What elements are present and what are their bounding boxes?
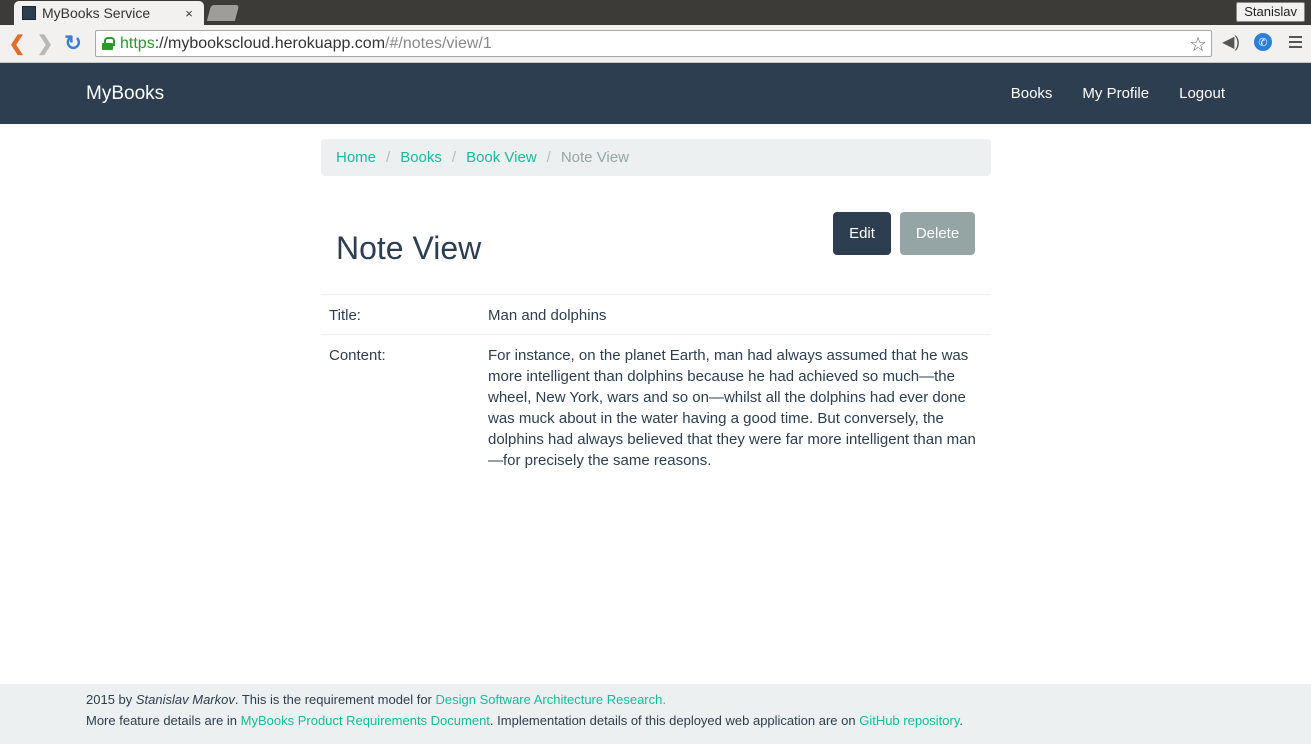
star-icon[interactable]: ☆ <box>1189 32 1207 57</box>
nav-link-my-profile[interactable]: My Profile <box>1082 85 1149 102</box>
delete-button[interactable]: Delete <box>900 212 975 255</box>
note-title-label: Title: <box>329 307 361 324</box>
note-content-row: Content: For instance, on the planet Ear… <box>321 334 991 479</box>
page-title: Note View <box>336 230 482 266</box>
footer-github-link[interactable]: GitHub repository <box>859 713 959 728</box>
browser-toolbar: ❮ ❯ ↻ https://mybookscloud.herokuapp.com… <box>0 25 1311 63</box>
breadcrumb-home[interactable]: Home <box>336 149 376 166</box>
breadcrumb-note-view: Note View <box>560 149 629 166</box>
breadcrumb-separator: / <box>386 149 391 166</box>
new-tab-button[interactable] <box>206 5 240 21</box>
favicon-icon <box>22 6 36 20</box>
nav-link-books[interactable]: Books <box>1011 85 1053 102</box>
forward-arrow-icon[interactable]: ❯ <box>31 30 59 58</box>
note-content-value: For instance, on the planet Earth, man h… <box>488 347 976 469</box>
url-text: https://mybookscloud.herokuapp.com/#/not… <box>120 34 492 52</box>
tab-title: MyBooks Service <box>42 5 151 21</box>
footer-prd-link[interactable]: MyBooks Product Requirements Document <box>241 713 490 728</box>
nav-link-logout[interactable]: Logout <box>1179 85 1225 102</box>
note-title-value: Man and dolphins <box>488 307 607 324</box>
note-title-row: Title: Man and dolphins <box>321 294 991 334</box>
edit-button[interactable]: Edit <box>833 212 891 255</box>
back-arrow-icon[interactable]: ❮ <box>3 30 31 58</box>
breadcrumb-separator: / <box>451 149 457 166</box>
brand-link[interactable]: MyBooks <box>86 83 164 105</box>
breadcrumb-separator: / <box>546 149 551 166</box>
note-details: Title: Man and dolphins Content: For ins… <box>321 294 991 479</box>
browser-tab-active[interactable]: MyBooks Service × <box>14 1 204 25</box>
browser-tabstrip: MyBooks Service × Stanislav <box>0 0 1311 25</box>
note-content-label: Content: <box>329 347 386 364</box>
footer-line-1: 2015 by Stanislav Markov. This is the re… <box>86 692 666 707</box>
nav-links: Books My Profile Logout <box>981 63 1225 124</box>
menu-icon[interactable] <box>1283 30 1307 54</box>
browser-user-badge[interactable]: Stanislav <box>1236 2 1305 22</box>
breadcrumb: Home / Books / Book View / Note View <box>321 139 991 176</box>
breadcrumb-book-view[interactable]: Book View <box>466 149 537 166</box>
footer: 2015 by Stanislav Markov. This is the re… <box>0 684 1311 744</box>
phone-extension-icon[interactable]: ✆ <box>1251 30 1275 54</box>
breadcrumb-books[interactable]: Books <box>400 149 442 166</box>
reload-icon[interactable]: ↻ <box>59 30 87 58</box>
address-bar[interactable]: https://mybookscloud.herokuapp.com/#/not… <box>95 30 1212 57</box>
app-navbar: MyBooks Books My Profile Logout <box>0 63 1311 124</box>
lock-icon <box>102 37 115 50</box>
footer-author: Stanislav Markov <box>135 692 235 707</box>
footer-line-2: More feature details are in MyBooks Prod… <box>86 713 964 728</box>
footer-research-link[interactable]: Design Software Architecture Research. <box>435 692 666 707</box>
tab-close-icon[interactable]: × <box>182 6 196 21</box>
extension-icon[interactable]: ◀) <box>1219 30 1243 54</box>
